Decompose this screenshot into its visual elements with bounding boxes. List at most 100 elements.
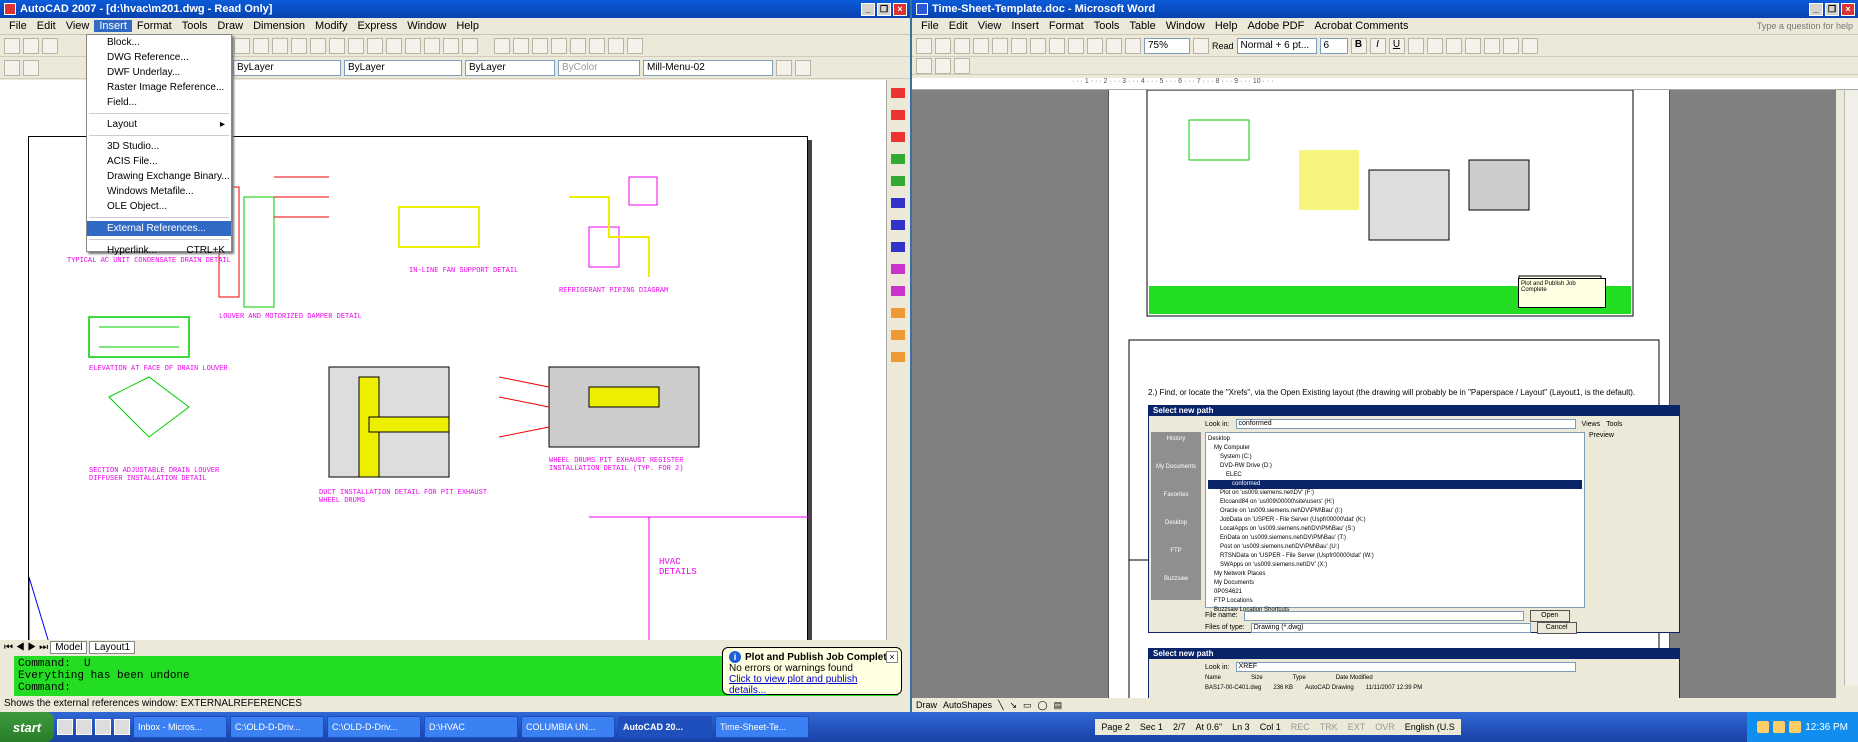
folder-item[interactable]: Desktop bbox=[1208, 435, 1582, 444]
place-buzzsaw[interactable]: Buzzsaw bbox=[1151, 572, 1201, 600]
rectangle-icon[interactable]: ▭ bbox=[1023, 700, 1032, 711]
read-button[interactable]: Read bbox=[1212, 41, 1234, 51]
word-preview-icon[interactable] bbox=[992, 37, 1008, 54]
body-paragraph[interactable]: 2.) Find, or locate the "Xrefs", via the… bbox=[1148, 388, 1668, 397]
insert-acis-item[interactable]: ACIS File... bbox=[87, 154, 231, 169]
folder-item[interactable]: Elcoand84 on 'us009\00000\site\users' (H… bbox=[1208, 498, 1582, 507]
insert-hyperlink-item[interactable]: Hyperlink... CTRL+K bbox=[87, 243, 231, 258]
dim-angular-icon[interactable] bbox=[608, 37, 624, 54]
layer-state-icon[interactable] bbox=[23, 59, 39, 76]
menu-dimension[interactable]: Dimension bbox=[248, 20, 310, 32]
tray-volume-icon[interactable] bbox=[1773, 721, 1786, 733]
tool-palettes-icon[interactable] bbox=[386, 37, 402, 54]
textbox-icon[interactable]: ▤ bbox=[1054, 700, 1063, 711]
word-menu-window[interactable]: Window bbox=[1161, 20, 1210, 32]
status-rec[interactable]: REC bbox=[1291, 722, 1310, 732]
arrow-icon[interactable]: ↘ bbox=[1009, 700, 1017, 711]
tray-antivirus-icon[interactable] bbox=[1789, 721, 1802, 733]
word-new-icon[interactable] bbox=[916, 37, 932, 54]
dialog2-lookin-combo[interactable]: XREF bbox=[1235, 662, 1576, 672]
open-icon[interactable] bbox=[23, 37, 39, 54]
tab-model[interactable]: Model bbox=[50, 640, 88, 654]
folder-item[interactable]: FTP Locations bbox=[1208, 597, 1582, 606]
task-folder-2[interactable]: C:\OLD-D-Driv... bbox=[327, 716, 421, 738]
restore-icon[interactable]: ❐ bbox=[1825, 2, 1839, 16]
close-icon[interactable]: × bbox=[893, 2, 907, 16]
filetype-combo[interactable]: Drawing (*.dwg) bbox=[1250, 622, 1531, 633]
draw-menu[interactable]: Draw bbox=[916, 700, 937, 710]
folder-item[interactable]: 0P0S4621 bbox=[1208, 588, 1582, 597]
dim-ordinate-icon[interactable] bbox=[551, 37, 567, 54]
insert-wmf-item[interactable]: Windows Metafile... bbox=[87, 184, 231, 199]
oval-icon[interactable]: ◯ bbox=[1038, 700, 1048, 711]
word-spelling-icon[interactable] bbox=[1011, 37, 1027, 54]
word-help-icon[interactable] bbox=[1193, 37, 1209, 54]
dialog1-folder-list[interactable]: Desktop My Computer System (C:) DVD-RW D… bbox=[1205, 432, 1585, 613]
dim-aligned-icon[interactable] bbox=[513, 37, 529, 54]
pdf-convert-icon[interactable] bbox=[916, 57, 932, 74]
help-question-box[interactable]: Type a question for help bbox=[1752, 21, 1858, 31]
word-cut-icon[interactable] bbox=[1030, 37, 1046, 54]
menu-draw[interactable]: Draw bbox=[212, 20, 248, 32]
folder-item[interactable]: My Computer bbox=[1208, 444, 1582, 453]
quicklaunch-outlook-icon[interactable] bbox=[76, 719, 92, 735]
restore-icon[interactable]: ❐ bbox=[877, 2, 891, 16]
design-center-icon[interactable] bbox=[367, 37, 383, 54]
zoom-combo[interactable]: 75% bbox=[1144, 37, 1190, 54]
word-titlebar[interactable]: Time-Sheet-Template.doc - Microsoft Word… bbox=[912, 0, 1858, 18]
menu-help[interactable]: Help bbox=[451, 20, 484, 32]
status-trk[interactable]: TRK bbox=[1320, 722, 1338, 732]
tab-nav-icon[interactable]: ⏮ ◀ ▶ ⏭ bbox=[4, 642, 48, 653]
cancel-button[interactable]: Cancel bbox=[1536, 621, 1577, 634]
insert-dxb-item[interactable]: Drawing Exchange Binary... bbox=[87, 169, 231, 184]
italic-icon[interactable]: I bbox=[1369, 37, 1386, 54]
pan-icon[interactable] bbox=[272, 37, 288, 54]
autoshapes-menu[interactable]: AutoShapes bbox=[943, 700, 992, 710]
word-table-icon[interactable] bbox=[1125, 37, 1141, 54]
folder-item[interactable]: Post on 'us009.siemens.net\DV\PM\Bau' (U… bbox=[1208, 543, 1582, 552]
insert-3dstudio-item[interactable]: 3D Studio... bbox=[87, 139, 231, 154]
folder-item[interactable]: System (C:) bbox=[1208, 453, 1582, 462]
text-style-icon[interactable] bbox=[627, 37, 643, 54]
layer-manager-icon[interactable] bbox=[4, 59, 20, 76]
filename-field[interactable] bbox=[1243, 610, 1524, 621]
underline-icon[interactable]: U bbox=[1388, 37, 1405, 54]
properties-icon[interactable] bbox=[348, 37, 364, 54]
zoom-realtime-icon[interactable] bbox=[291, 37, 307, 54]
folder-item[interactable]: ELEC bbox=[1208, 471, 1582, 480]
dim-radius-icon[interactable] bbox=[570, 37, 586, 54]
zoom-window-icon[interactable] bbox=[310, 37, 326, 54]
col-type[interactable]: Type bbox=[1293, 675, 1306, 681]
undo-icon[interactable] bbox=[234, 37, 250, 54]
insert-dwf-item[interactable]: DWF Underlay... bbox=[87, 65, 231, 80]
menu-edit[interactable]: Edit bbox=[32, 20, 61, 32]
insert-raster-item[interactable]: Raster Image Reference... bbox=[87, 80, 231, 95]
line-icon[interactable]: ╲ bbox=[998, 700, 1003, 711]
bullets-icon[interactable] bbox=[1502, 37, 1519, 54]
dim-linear-icon[interactable] bbox=[494, 37, 510, 54]
align-left-icon[interactable] bbox=[1407, 37, 1424, 54]
dim-arc-icon[interactable] bbox=[532, 37, 548, 54]
vertical-scrollbar[interactable] bbox=[1844, 90, 1858, 686]
zoom-previous-icon[interactable] bbox=[329, 37, 345, 54]
folder-item[interactable]: My Network Places bbox=[1208, 570, 1582, 579]
balloon-close-icon[interactable]: × bbox=[886, 651, 898, 663]
word-paste-icon[interactable] bbox=[1068, 37, 1084, 54]
clock[interactable]: 12:36 PM bbox=[1805, 722, 1848, 733]
insert-ole-item[interactable]: OLE Object... bbox=[87, 199, 231, 214]
markup-icon[interactable] bbox=[424, 37, 440, 54]
bold-icon[interactable]: B bbox=[1350, 37, 1367, 54]
folder-item[interactable]: SWApps on 'us009.siemens.net\DV' (X:) bbox=[1208, 561, 1582, 570]
insert-xref-item[interactable]: External References... bbox=[87, 221, 231, 236]
place-desktop[interactable]: Desktop bbox=[1151, 516, 1201, 544]
save-icon[interactable] bbox=[42, 37, 58, 54]
menu-view[interactable]: View bbox=[61, 20, 95, 32]
plotstyle-combo[interactable]: ByColor bbox=[558, 59, 640, 76]
task-autocad[interactable]: AutoCAD 20... bbox=[618, 716, 712, 738]
combo-tool-icon-2[interactable] bbox=[795, 59, 811, 76]
folder-item-selected[interactable]: conformed bbox=[1208, 480, 1582, 489]
menu-express[interactable]: Express bbox=[352, 20, 402, 32]
word-menu-file[interactable]: File bbox=[916, 20, 944, 32]
word-menu-adobe-pdf[interactable]: Adobe PDF bbox=[1242, 20, 1309, 32]
menu-modify[interactable]: Modify bbox=[310, 20, 352, 32]
